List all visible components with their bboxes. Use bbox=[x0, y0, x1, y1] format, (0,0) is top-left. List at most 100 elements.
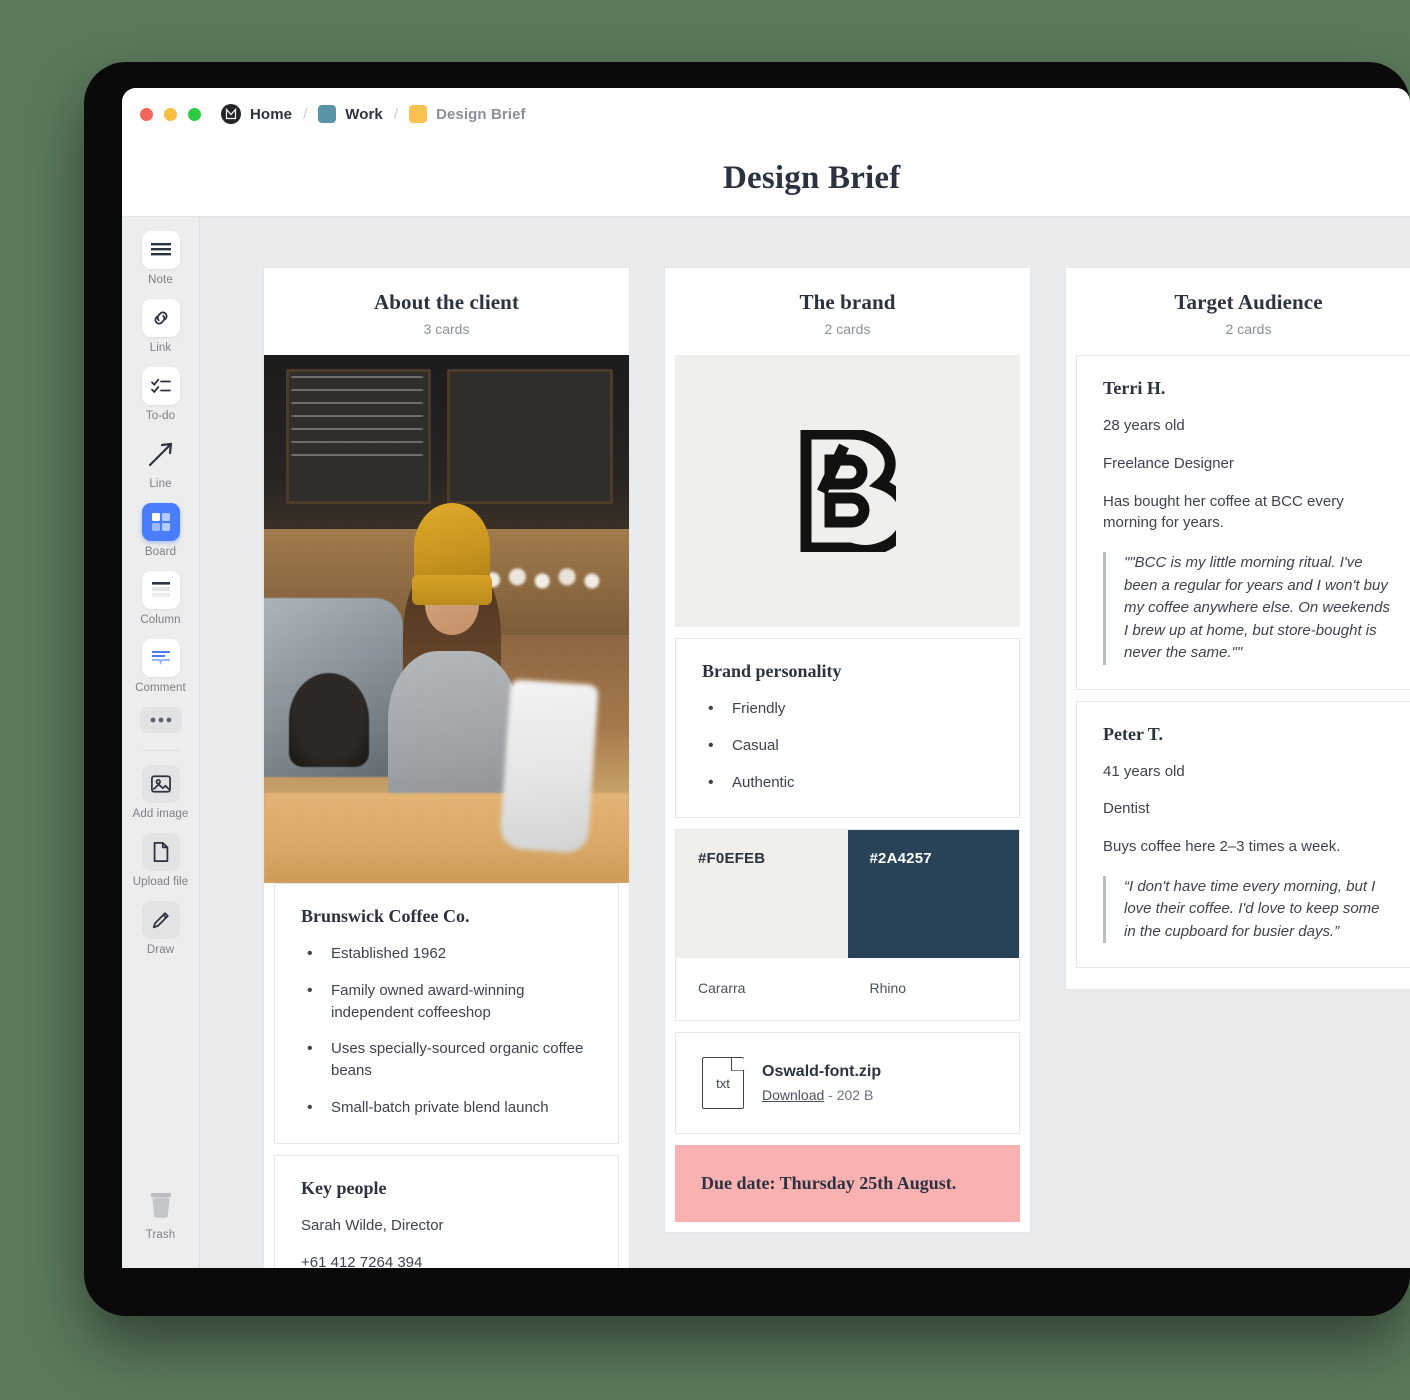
card-brand-logo[interactable] bbox=[675, 355, 1020, 627]
close-window-button[interactable] bbox=[140, 107, 153, 121]
trash-icon bbox=[142, 1186, 180, 1224]
persona-age: 41 years old bbox=[1103, 762, 1185, 780]
breadcrumb-item-design-brief[interactable]: Design Brief bbox=[409, 105, 526, 123]
comment-icon bbox=[141, 639, 180, 677]
swatch-rhino[interactable]: #2A4257 Rhino bbox=[847, 830, 1019, 1021]
card-title-key-people: Key people bbox=[301, 1177, 387, 1198]
persona-name: Terri H. bbox=[1103, 378, 1166, 398]
persona-quote: “I don't have time every morning, but I … bbox=[1103, 875, 1394, 944]
sidebar-tool-todo[interactable]: To-do bbox=[122, 367, 199, 422]
pencil-icon bbox=[141, 901, 180, 939]
list-item: Authentic bbox=[702, 771, 993, 794]
column-title: Target Audience bbox=[1174, 290, 1323, 314]
breadcrumb-item-work[interactable]: Work bbox=[318, 105, 383, 123]
brand-logo-b-monogram-icon bbox=[800, 430, 896, 552]
sidebar-tool-note[interactable]: Note bbox=[122, 231, 199, 286]
tool-sidebar: Note Link To-do Line Board Column Commen… bbox=[122, 217, 200, 1268]
file-icon bbox=[141, 833, 180, 871]
list-item: Friendly bbox=[702, 697, 993, 720]
card-client-info[interactable]: Brunswick Coffee Co. Established 1962 Fa… bbox=[274, 883, 619, 1144]
sidebar-tool-label-draw: Draw bbox=[146, 944, 175, 956]
attachment-separator: - bbox=[824, 1087, 837, 1104]
board-column-target-audience[interactable]: Target Audience 2 cards Terri H. 28 year… bbox=[1065, 267, 1410, 991]
swatch-name-label: Rhino bbox=[847, 958, 1019, 1021]
card-title-client-info: Brunswick Coffee Co. bbox=[301, 906, 470, 926]
sidebar-tool-label-add-image: Add image bbox=[132, 808, 189, 820]
board-column-about-the-client[interactable]: About the client 3 cards Brunswick Coffe… bbox=[263, 267, 630, 1268]
swatch-name-label: Cararra bbox=[676, 958, 848, 1021]
card-colour-swatches[interactable]: #F0EFEB Cararra #2A4257 Rhino bbox=[675, 829, 1020, 1022]
swatch-hex-label: #2A4257 bbox=[847, 830, 1019, 959]
page-header: Design Brief bbox=[122, 140, 1410, 216]
sidebar-tool-label-todo: To-do bbox=[145, 410, 176, 422]
sidebar-tool-label-trash: Trash bbox=[145, 1229, 176, 1241]
column-header: About the client 3 cards bbox=[264, 268, 629, 355]
list-item: Family owned award-winning independent c… bbox=[301, 979, 592, 1024]
sidebar-tool-trash[interactable]: Trash bbox=[122, 1186, 199, 1241]
board-canvas[interactable]: About the client 3 cards Brunswick Coffe… bbox=[200, 217, 1410, 1268]
column-card-count: 2 cards bbox=[824, 321, 871, 337]
column-title: The brand bbox=[799, 290, 896, 314]
line-arrow-icon bbox=[142, 435, 180, 473]
card-persona-peter[interactable]: Peter T. 41 years old Dentist Buys coffe… bbox=[1076, 700, 1410, 969]
image-icon bbox=[141, 765, 180, 803]
key-person-name: Sarah Wilde, Director bbox=[301, 1216, 444, 1234]
sidebar-tool-add-image[interactable]: Add image bbox=[122, 765, 199, 820]
key-person-phone: +61 412 7264 394 bbox=[301, 1254, 423, 1268]
attachment-download-link[interactable]: Download bbox=[762, 1087, 824, 1103]
maximize-window-button[interactable] bbox=[188, 107, 201, 121]
list-item: Established 1962 bbox=[301, 942, 592, 965]
sidebar-tool-label-upload-file: Upload file bbox=[132, 876, 189, 888]
folder-swatch-icon-work bbox=[318, 105, 337, 123]
sidebar-tool-more[interactable] bbox=[122, 707, 199, 733]
list-item: Uses specially-sourced organic coffee be… bbox=[301, 1037, 592, 1082]
swatch-cararra[interactable]: #F0EFEB Cararra bbox=[676, 830, 848, 1021]
app-body: Note Link To-do Line Board Column Commen… bbox=[122, 216, 1410, 1268]
card-title-brand-personality: Brand personality bbox=[702, 661, 842, 681]
column-title: About the client bbox=[373, 290, 520, 314]
minimize-window-button[interactable] bbox=[164, 107, 177, 121]
window-titlebar: Home / Work / Design Brief bbox=[122, 88, 1410, 140]
persona-note: Buys coffee here 2–3 times a week. bbox=[1103, 838, 1341, 855]
persona-age: 28 years old bbox=[1103, 417, 1185, 434]
sidebar-tool-column[interactable]: Column bbox=[122, 571, 199, 626]
column-card-count: 3 cards bbox=[423, 321, 470, 337]
card-due-date[interactable]: Due date: Thursday 25th August. bbox=[675, 1145, 1020, 1223]
sidebar-tool-label-board: Board bbox=[144, 546, 177, 558]
list-item: Small-batch private blend launch bbox=[301, 1096, 592, 1119]
sidebar-tool-board[interactable]: Board bbox=[122, 503, 199, 558]
sidebar-tool-line[interactable]: Line bbox=[122, 435, 199, 490]
sidebar-tool-label-comment: Comment bbox=[135, 682, 186, 694]
more-dots-icon bbox=[139, 707, 182, 733]
sidebar-tool-upload-file[interactable]: Upload file bbox=[122, 833, 199, 888]
sidebar-tool-link[interactable]: Link bbox=[122, 299, 199, 354]
card-key-people[interactable]: Key people Sarah Wilde, Director +61 412… bbox=[274, 1154, 619, 1268]
breadcrumb-separator-2: / bbox=[393, 105, 399, 123]
due-date-text: Due date: Thursday 25th August. bbox=[701, 1173, 957, 1194]
link-icon bbox=[141, 299, 180, 337]
sidebar-tool-label-line: Line bbox=[149, 478, 172, 490]
board-column-the-brand[interactable]: The brand 2 cards Brand personality • Fr… bbox=[664, 267, 1031, 1234]
column-header: The brand 2 cards bbox=[665, 268, 1030, 355]
card-file-attachment[interactable]: txt Oswald-font.zip Download - 202 B bbox=[675, 1032, 1020, 1135]
card-brand-personality[interactable]: Brand personality Friendly Casual Authen… bbox=[675, 638, 1020, 819]
sidebar-tool-draw[interactable]: Draw bbox=[122, 901, 199, 956]
persona-quote: ""BCC is my little morning ritual. I've … bbox=[1103, 552, 1394, 665]
note-icon bbox=[141, 231, 180, 269]
page-title: Design Brief bbox=[723, 159, 901, 196]
breadcrumb-item-home[interactable]: Home bbox=[221, 104, 292, 124]
sidebar-tool-comment[interactable]: Comment bbox=[122, 639, 199, 694]
folder-swatch-icon-design-brief bbox=[409, 105, 428, 123]
persona-role: Dentist bbox=[1103, 800, 1150, 818]
client-info-bullet-list: Established 1962 Family owned award-winn… bbox=[301, 942, 592, 1119]
column-icon bbox=[141, 571, 180, 609]
column-header: Target Audience 2 cards bbox=[1066, 268, 1410, 355]
sidebar-tool-label-link: Link bbox=[149, 342, 172, 354]
todo-icon bbox=[141, 367, 180, 405]
persona-note: Has bought her coffee at BCC every morni… bbox=[1103, 492, 1344, 532]
card-persona-terri[interactable]: Terri H. 28 years old Freelance Designer… bbox=[1076, 355, 1410, 690]
persona-role: Freelance Designer bbox=[1103, 454, 1234, 472]
column-card-count: 2 cards bbox=[1225, 321, 1272, 337]
sidebar-divider bbox=[142, 750, 179, 751]
card-client-photo[interactable] bbox=[264, 355, 629, 883]
